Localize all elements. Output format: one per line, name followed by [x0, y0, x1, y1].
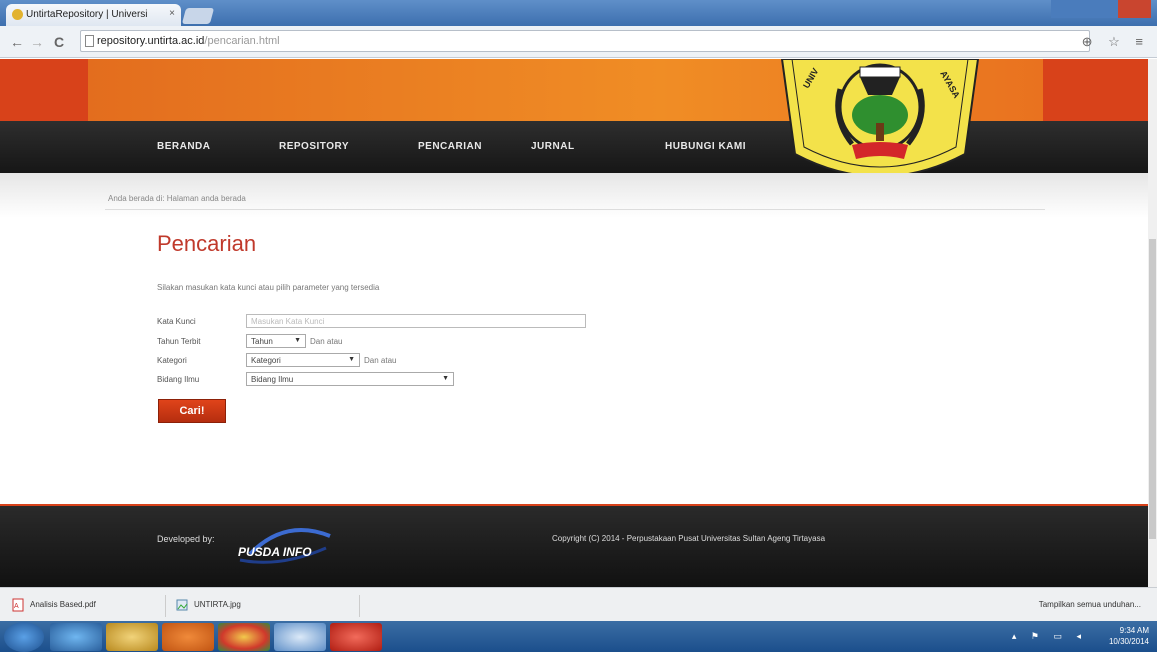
university-logo: UNIV AYASA — [780, 59, 980, 178]
word-taskbar-icon[interactable] — [274, 623, 326, 651]
clock-date: 10/30/2014 — [1108, 637, 1149, 646]
footer: Developed by: PUSDA INFO Copyright (C) 2… — [0, 504, 1148, 587]
chevron-down-icon: ▼ — [294, 337, 301, 344]
taskbar: ▴ ⚑ ▭ ◂ 9:34 AM 10/30/2014 — [0, 621, 1157, 652]
chevron-down-icon: ▼ — [348, 356, 355, 363]
tahun-select-value: Tahun — [251, 337, 273, 346]
new-tab-button[interactable] — [181, 8, 215, 24]
url-path: /pencarian.html — [204, 35, 280, 47]
menu-beranda[interactable]: BERANDA — [157, 141, 211, 152]
page-icon — [85, 35, 94, 47]
page-description: Silakan masukan kata kunci atau pilih pa… — [157, 283, 380, 292]
breadcrumb: Anda berada di: Halaman anda berada — [108, 194, 246, 203]
svg-text:A: A — [14, 603, 19, 610]
copyright-text: Copyright (C) 2014 - Perpustakaan Pusat … — [552, 534, 826, 543]
tab-title: UntirtaRepository | Universi — [26, 9, 148, 20]
clock-time: 9:34 AM — [1119, 626, 1149, 635]
download-item-name: Analisis Based.pdf — [30, 600, 96, 609]
browser-tab[interactable]: UntirtaRepository | Universi × — [6, 4, 181, 26]
menu-jurnal[interactable]: JURNAL — [531, 141, 575, 152]
menu-hubungi-kami[interactable]: HUBUNGI KAMI — [665, 141, 746, 152]
page-scrollbar[interactable] — [1148, 59, 1157, 587]
tahun-select[interactable]: Tahun ▼ — [246, 334, 306, 348]
minimize-button[interactable] — [1051, 0, 1085, 18]
start-button[interactable] — [4, 622, 44, 652]
kategori-select-value: Kategori — [251, 356, 281, 365]
download-item-name: UNTIRTA.jpg — [194, 600, 241, 609]
ie-taskbar-icon[interactable] — [50, 623, 102, 651]
acrobat-taskbar-icon[interactable] — [330, 623, 382, 651]
download-item-pdf[interactable]: A Analisis Based.pdf — [6, 595, 166, 617]
page-title: Pencarian — [157, 231, 257, 256]
pdf-icon: A — [12, 598, 24, 612]
show-all-downloads-link[interactable]: Tampilkan semua unduhan... — [1039, 600, 1141, 609]
pusda-logo-text: PUSDA INFO — [238, 545, 312, 559]
kategori-dan-atau: Dan atau — [364, 356, 397, 365]
divider — [105, 209, 1045, 210]
downloads-bar: A Analisis Based.pdf UNTIRTA.jpg Tampilk… — [0, 587, 1157, 621]
kategori-label: Kategori — [157, 356, 187, 365]
forward-button[interactable]: → — [30, 34, 44, 50]
menu-repository[interactable]: REPOSITORY — [279, 141, 349, 152]
explorer-taskbar-icon[interactable] — [106, 623, 158, 651]
address-bar[interactable]: repository.untirta.ac.id/pencarian.html — [80, 30, 1090, 52]
browser-toolbar: ← → C repository.untirta.ac.id/pencarian… — [0, 26, 1157, 58]
media-player-taskbar-icon[interactable] — [162, 623, 214, 651]
pusda-info-logo[interactable]: PUSDA INFO — [230, 526, 340, 566]
bidang-ilmu-label: Bidang Ilmu — [157, 375, 200, 384]
download-item-image[interactable]: UNTIRTA.jpg — [170, 595, 360, 617]
tahun-dan-atau: Dan atau — [310, 337, 343, 346]
browser-titlebar: UntirtaRepository | Universi × — [0, 0, 1157, 26]
url-host: repository.untirta.ac.id — [97, 35, 205, 47]
toolbar-icons[interactable]: ⊕ ☆ ≡ — [1082, 34, 1149, 50]
web-page: BERANDA REPOSITORY PENCARIAN JURNAL HUBU… — [0, 59, 1157, 587]
developed-by-label: Developed by: — [157, 534, 215, 544]
image-file-icon — [176, 599, 188, 611]
chrome-taskbar-icon[interactable] — [218, 623, 270, 651]
tahun-terbit-label: Tahun Terbit — [157, 337, 201, 346]
kata-kunci-input[interactable]: Masukan Kata Kunci — [246, 314, 586, 328]
favicon-icon — [12, 9, 23, 20]
clock[interactable]: 9:34 AM 10/30/2014 — [1109, 625, 1149, 647]
kata-kunci-label: Kata Kunci — [157, 317, 196, 326]
reload-button[interactable]: C — [54, 34, 64, 50]
close-tab-icon[interactable]: × — [169, 8, 175, 19]
maximize-button[interactable] — [1084, 0, 1118, 18]
close-window-button[interactable] — [1117, 0, 1151, 18]
tray-icons[interactable]: ▴ ⚑ ▭ ◂ — [1012, 631, 1087, 642]
chevron-down-icon: ▼ — [442, 375, 449, 382]
kategori-select[interactable]: Kategori ▼ — [246, 353, 360, 367]
search-button[interactable]: Cari! — [158, 399, 226, 423]
back-button[interactable]: ← — [10, 34, 24, 50]
window-controls — [1051, 0, 1151, 18]
menu-pencarian[interactable]: PENCARIAN — [418, 141, 482, 152]
bidang-ilmu-select-value: Bidang Ilmu — [251, 375, 294, 384]
bidang-ilmu-select[interactable]: Bidang Ilmu ▼ — [246, 372, 454, 386]
